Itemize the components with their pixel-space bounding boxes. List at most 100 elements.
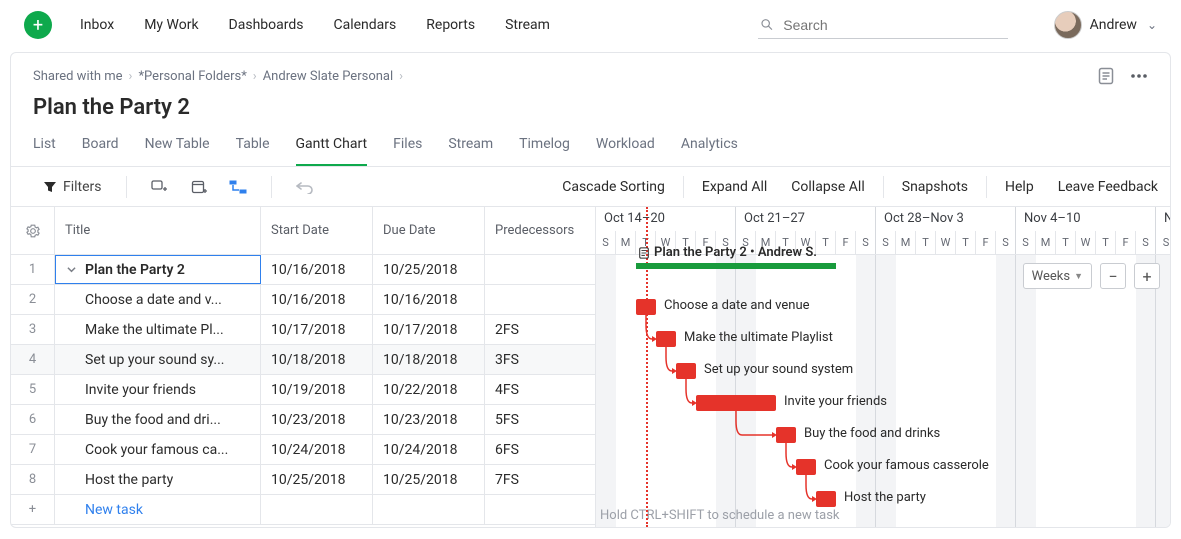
plus-icon[interactable]: + xyxy=(11,495,55,524)
expand-tree-icon[interactable] xyxy=(141,173,179,201)
task-bar[interactable] xyxy=(816,491,836,507)
predecessors-cell[interactable] xyxy=(485,255,595,284)
predecessors-cell[interactable]: 2FS xyxy=(485,315,595,344)
filters-button[interactable]: Filters xyxy=(33,173,112,201)
task-title-cell[interactable]: Plan the Party 2 xyxy=(55,255,261,284)
task-row[interactable]: 1Plan the Party 210/16/201810/25/2018 xyxy=(11,255,595,285)
task-bar[interactable] xyxy=(676,363,696,379)
new-task-row[interactable]: +New task xyxy=(11,495,595,525)
grid-settings-icon[interactable] xyxy=(11,207,55,254)
nav-reports[interactable]: Reports xyxy=(426,17,475,33)
nav-calendars[interactable]: Calendars xyxy=(333,17,396,33)
cascade-sorting-button[interactable]: Cascade Sorting xyxy=(550,179,677,195)
due-date-cell[interactable]: 10/23/2018 xyxy=(373,405,485,434)
start-date-cell[interactable]: 10/25/2018 xyxy=(261,465,373,494)
start-date-cell[interactable]: 10/18/2018 xyxy=(261,345,373,374)
task-bar[interactable] xyxy=(696,395,776,411)
description-icon[interactable] xyxy=(1098,67,1114,85)
nav-inbox[interactable]: Inbox xyxy=(80,17,114,33)
zoom-out-button[interactable]: − xyxy=(1100,263,1126,289)
tab-new-table[interactable]: New Table xyxy=(145,126,210,166)
feedback-button[interactable]: Leave Feedback xyxy=(1046,179,1170,195)
task-row[interactable]: 3Make the ultimate Pl...10/17/201810/17/… xyxy=(11,315,595,345)
more-icon[interactable] xyxy=(1130,73,1148,79)
task-bar[interactable] xyxy=(636,299,656,315)
search-input[interactable] xyxy=(781,16,1005,34)
new-task-cell[interactable]: New task xyxy=(55,495,261,524)
col-title[interactable]: Title xyxy=(55,207,261,254)
zoom-in-button[interactable]: + xyxy=(1134,263,1160,289)
task-row[interactable]: 2Choose a date and v...10/16/201810/16/2… xyxy=(11,285,595,315)
user-menu[interactable]: Andrew ⌄ xyxy=(1054,11,1157,39)
predecessors-cell[interactable]: 7FS xyxy=(485,465,595,494)
start-date-cell[interactable]: 10/17/2018 xyxy=(261,315,373,344)
tab-analytics[interactable]: Analytics xyxy=(681,126,738,166)
tab-workload[interactable]: Workload xyxy=(596,126,655,166)
start-date-cell[interactable]: 10/16/2018 xyxy=(261,255,373,284)
tab-gantt-chart[interactable]: Gantt Chart xyxy=(296,126,368,166)
due-date-cell[interactable]: 10/17/2018 xyxy=(373,315,485,344)
task-bar[interactable] xyxy=(796,459,816,475)
task-title-cell[interactable]: Set up your sound sy... xyxy=(55,345,261,374)
predecessors-cell[interactable]: 5FS xyxy=(485,405,595,434)
task-title-cell[interactable]: Cook your famous ca... xyxy=(55,435,261,464)
due-date-cell[interactable]: 10/22/2018 xyxy=(373,375,485,404)
col-pred[interactable]: Predecessors xyxy=(485,207,595,254)
tab-table[interactable]: Table xyxy=(236,126,270,166)
calendar-add-icon[interactable] xyxy=(181,173,217,201)
task-title-cell[interactable]: Buy the food and dri... xyxy=(55,405,261,434)
predecessors-cell[interactable]: 4FS xyxy=(485,375,595,404)
global-search[interactable] xyxy=(758,12,1008,39)
snapshots-button[interactable]: Snapshots xyxy=(890,179,980,195)
col-start[interactable]: Start Date xyxy=(261,207,373,254)
task-bar[interactable] xyxy=(776,427,796,443)
collapse-all-button[interactable]: Collapse All xyxy=(779,179,876,195)
task-row[interactable]: 5Invite your friends10/19/201810/22/2018… xyxy=(11,375,595,405)
global-create-button[interactable]: + xyxy=(24,11,52,39)
task-title-cell[interactable]: Choose a date and v... xyxy=(55,285,261,314)
due-date-cell[interactable]: 10/24/2018 xyxy=(373,435,485,464)
tab-files[interactable]: Files xyxy=(393,126,422,166)
due-date-cell[interactable]: 10/25/2018 xyxy=(373,465,485,494)
dependency-icon[interactable] xyxy=(219,173,257,201)
breadcrumb-item[interactable]: *Personal Folders* xyxy=(138,69,246,84)
predecessors-cell[interactable]: 3FS xyxy=(485,345,595,374)
due-date-cell[interactable]: 10/25/2018 xyxy=(373,255,485,284)
due-date-cell[interactable]: 10/18/2018 xyxy=(373,345,485,374)
nav-dashboards[interactable]: Dashboards xyxy=(229,17,304,33)
day-label: F xyxy=(976,231,996,255)
task-title-cell[interactable]: Host the party xyxy=(55,465,261,494)
predecessors-cell[interactable] xyxy=(485,285,595,314)
help-button[interactable]: Help xyxy=(993,179,1046,195)
task-bar-label: Host the party xyxy=(844,490,926,505)
breadcrumb-item[interactable]: Andrew Slate Personal xyxy=(263,69,393,84)
start-date-cell[interactable]: 10/16/2018 xyxy=(261,285,373,314)
task-row[interactable]: 4Set up your sound sy...10/18/201810/18/… xyxy=(11,345,595,375)
tab-list[interactable]: List xyxy=(33,126,56,166)
zoom-unit-dropdown[interactable]: Weeks▼ xyxy=(1023,263,1092,289)
due-date-cell[interactable]: 10/16/2018 xyxy=(373,285,485,314)
gantt-body[interactable]: Hold CTRL+SHIFT to schedule a new task P… xyxy=(596,255,1170,527)
task-title-cell[interactable]: Invite your friends xyxy=(55,375,261,404)
start-date-cell[interactable]: 10/24/2018 xyxy=(261,435,373,464)
task-row[interactable]: 8Host the party10/25/201810/25/20187FS xyxy=(11,465,595,495)
start-date-cell[interactable]: 10/23/2018 xyxy=(261,405,373,434)
tab-board[interactable]: Board xyxy=(82,126,119,166)
undo-icon xyxy=(296,180,314,194)
breadcrumb-item[interactable]: Shared with me xyxy=(33,69,123,84)
nav-my-work[interactable]: My Work xyxy=(144,17,198,33)
task-row[interactable]: 7Cook your famous ca...10/24/201810/24/2… xyxy=(11,435,595,465)
tab-timelog[interactable]: Timelog xyxy=(519,126,570,166)
undo-button[interactable] xyxy=(286,173,324,201)
task-title-cell[interactable]: Make the ultimate Pl... xyxy=(55,315,261,344)
summary-bar[interactable] xyxy=(636,263,836,269)
expand-all-button[interactable]: Expand All xyxy=(690,179,779,195)
task-row[interactable]: 6Buy the food and dri...10/23/201810/23/… xyxy=(11,405,595,435)
nav-stream[interactable]: Stream xyxy=(505,17,550,33)
col-due[interactable]: Due Date xyxy=(373,207,485,254)
chevron-down-icon[interactable] xyxy=(67,265,76,274)
start-date-cell[interactable]: 10/19/2018 xyxy=(261,375,373,404)
task-bar[interactable] xyxy=(656,331,676,347)
predecessors-cell[interactable]: 6FS xyxy=(485,435,595,464)
tab-stream[interactable]: Stream xyxy=(448,126,493,166)
